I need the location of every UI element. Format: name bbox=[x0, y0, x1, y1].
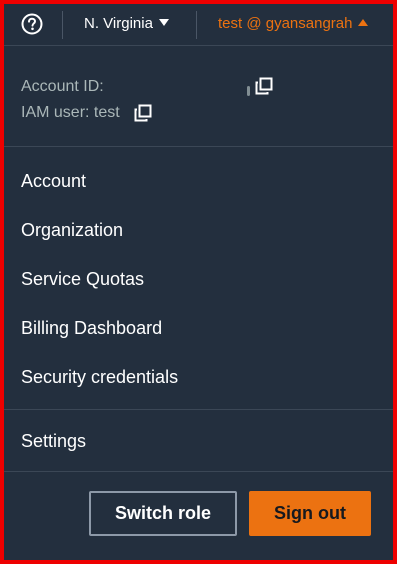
topbar-separator bbox=[196, 11, 197, 39]
divider bbox=[4, 409, 393, 410]
caret-down-icon bbox=[158, 19, 169, 26]
menu-item-account[interactable]: Account bbox=[21, 162, 361, 211]
copy-icon[interactable] bbox=[134, 104, 152, 122]
menu-item-settings[interactable]: Settings bbox=[21, 422, 86, 460]
sign-out-button[interactable]: Sign out bbox=[249, 491, 371, 536]
region-label: N. Virginia bbox=[84, 15, 153, 32]
help-circle-icon[interactable] bbox=[21, 13, 43, 35]
divider bbox=[4, 146, 393, 147]
redacted-account-id bbox=[247, 86, 250, 96]
iam-user-label: IAM user: test bbox=[21, 104, 120, 121]
switch-role-button[interactable]: Switch role bbox=[89, 491, 237, 536]
iam-user-line: IAM user: test bbox=[21, 100, 120, 126]
account-id-label: Account ID: bbox=[21, 78, 104, 95]
account-menu-panel: N. Virginia test @ gyansangrah Account I… bbox=[0, 0, 397, 564]
caret-up-icon bbox=[358, 19, 369, 26]
top-navigation-bar: N. Virginia test @ gyansangrah bbox=[4, 4, 393, 46]
account-user-label: test @ gyansangrah bbox=[218, 15, 353, 32]
account-id-line: Account ID: bbox=[21, 74, 120, 100]
divider bbox=[4, 471, 393, 472]
account-menu-list: Account Organization Service Quotas Bill… bbox=[21, 162, 361, 407]
menu-item-billing-dashboard[interactable]: Billing Dashboard bbox=[21, 309, 361, 358]
copy-icon[interactable] bbox=[255, 77, 273, 95]
menu-item-organization[interactable]: Organization bbox=[21, 211, 361, 260]
menu-item-security-credentials[interactable]: Security credentials bbox=[21, 358, 361, 407]
account-user-menu[interactable]: test @ gyansangrah bbox=[218, 15, 369, 32]
menu-item-service-quotas[interactable]: Service Quotas bbox=[21, 260, 361, 309]
account-info: Account ID: IAM user: test bbox=[21, 74, 120, 126]
topbar-separator bbox=[62, 11, 63, 39]
region-selector[interactable]: N. Virginia bbox=[84, 15, 169, 32]
